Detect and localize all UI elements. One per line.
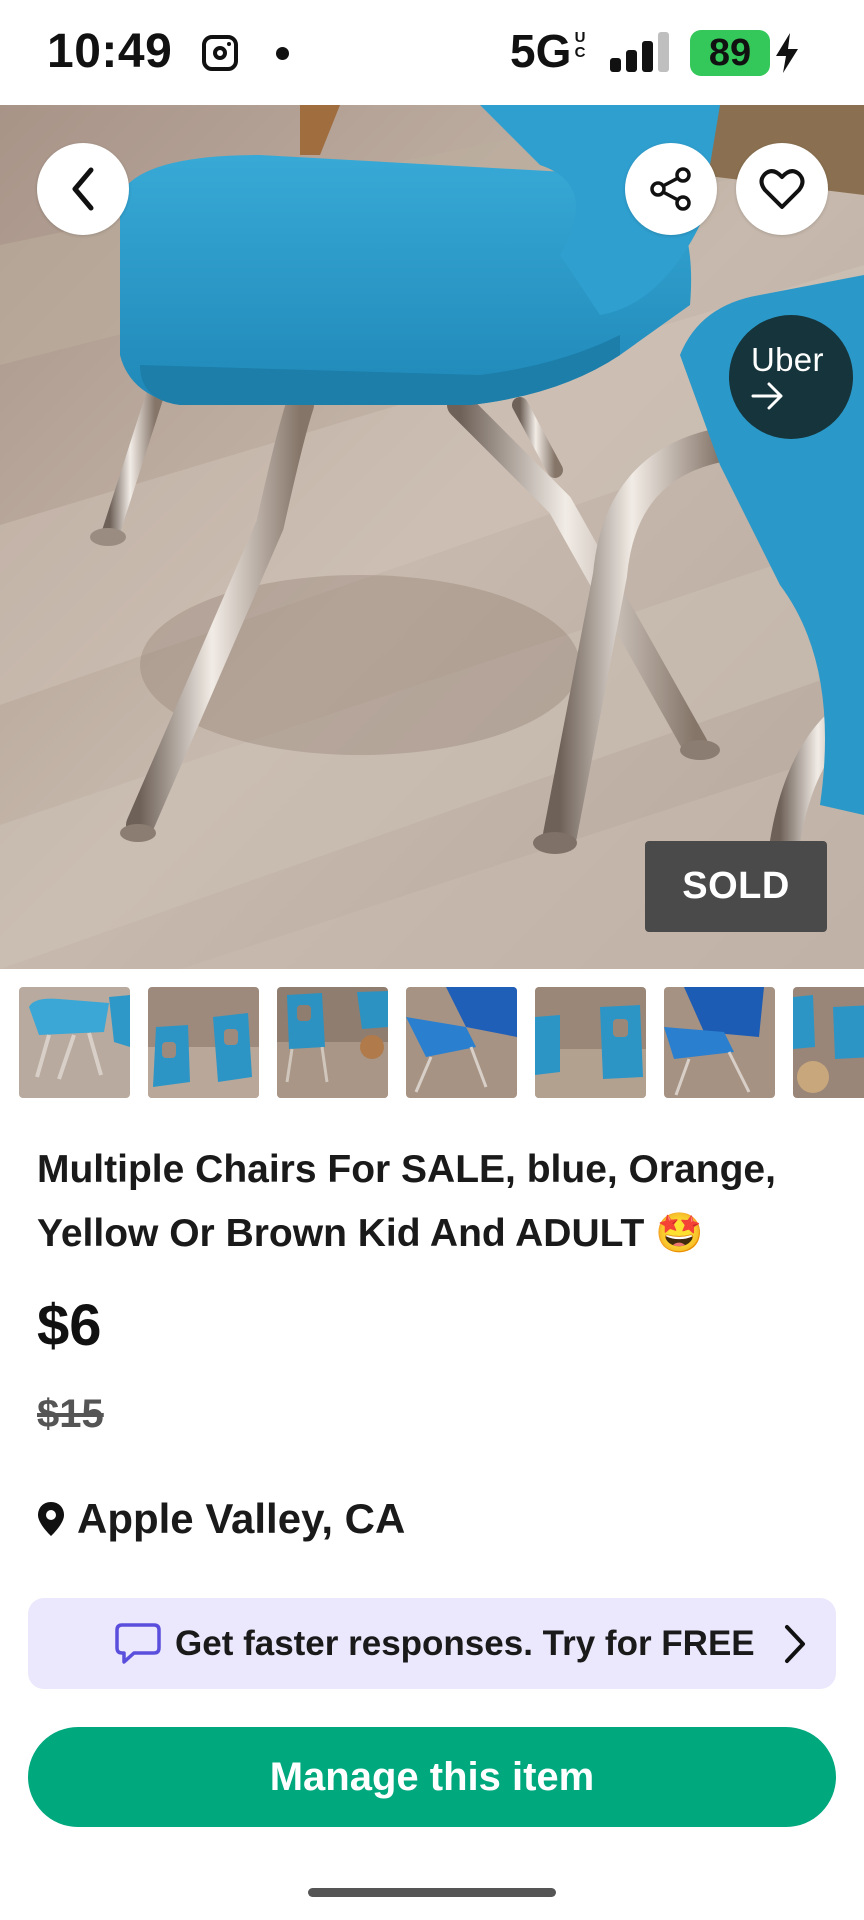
instagram-icon (202, 35, 238, 71)
listing-price: $6 (37, 1293, 102, 1358)
original-price: $15 (37, 1392, 104, 1436)
share-button[interactable] (625, 143, 717, 235)
listing-title: Multiple Chairs For SALE, blue, Orange, … (37, 1148, 776, 1255)
chair-photo (0, 105, 864, 969)
share-icon (650, 167, 691, 211)
home-indicator[interactable] (308, 1888, 556, 1897)
charging-bolt-icon (776, 33, 798, 73)
promo-text: Get faster responses. Try for FREE (175, 1624, 755, 1663)
manage-item-button[interactable]: Manage this item (28, 1727, 836, 1827)
network-type: 5G (510, 25, 572, 77)
signal-icon (610, 32, 672, 72)
sold-badge: SOLD (645, 841, 827, 932)
thumbnail-4[interactable] (406, 987, 517, 1098)
uber-label: Uber (751, 341, 824, 378)
status-bar: 10:49 5G UC 89 (0, 0, 864, 105)
location-pin-icon (38, 1502, 64, 1536)
hero-image[interactable]: Uber SOLD (0, 105, 864, 969)
uber-button[interactable]: Uber (729, 315, 853, 439)
thumbnail-3[interactable] (277, 987, 388, 1098)
chat-bubble-icon (115, 1623, 161, 1664)
back-chevron-icon (72, 167, 94, 211)
thumbnail-7[interactable] (793, 987, 864, 1098)
thumbnail-6[interactable] (664, 987, 775, 1098)
thumbnail-1[interactable] (19, 987, 130, 1098)
battery-icon: 89 (690, 30, 770, 76)
notification-dot (276, 47, 289, 60)
thumbnail-strip[interactable] (19, 987, 864, 1098)
heart-icon (759, 169, 805, 209)
location[interactable]: Apple Valley, CA (37, 1494, 405, 1544)
arrow-right-icon (751, 382, 783, 410)
network-sub: UC (574, 29, 586, 61)
chevron-right-icon (785, 1625, 805, 1663)
promo-banner[interactable]: Get faster responses. Try for FREE (28, 1598, 836, 1689)
thumbnail-2[interactable] (148, 987, 259, 1098)
back-button[interactable] (37, 143, 129, 235)
status-time: 10:49 (47, 25, 173, 78)
thumbnail-5[interactable] (535, 987, 646, 1098)
favorite-button[interactable] (736, 143, 828, 235)
location-label: Apple Valley, CA (77, 1495, 406, 1542)
